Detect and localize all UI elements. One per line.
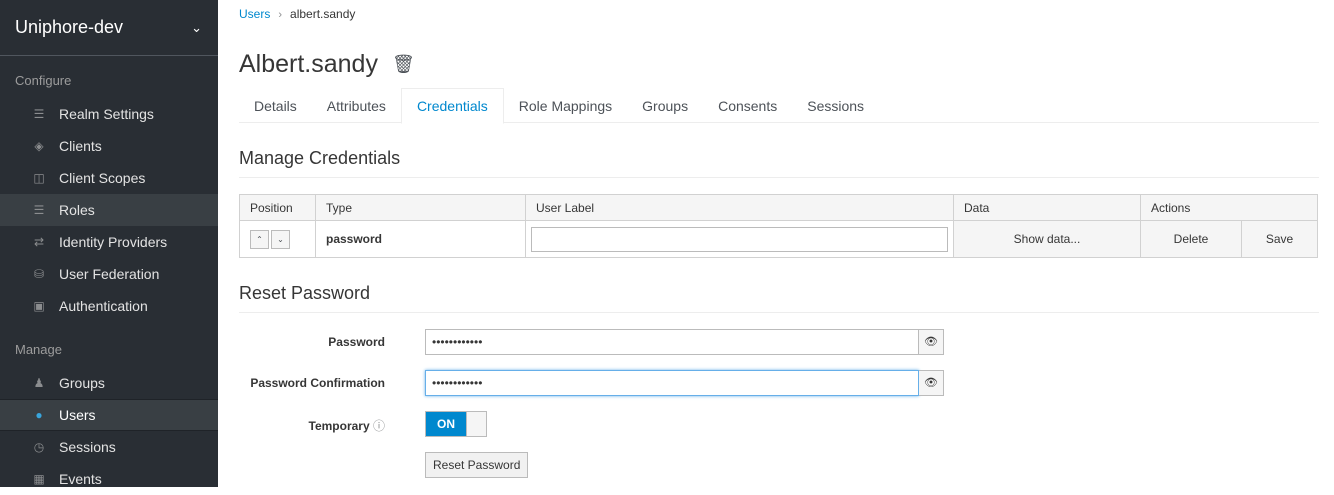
credentials-table: Position Type User Label Data Actions ⌃ ⌄…: [239, 194, 1318, 258]
save-button[interactable]: Save: [1241, 220, 1318, 258]
user-label-cell: [525, 220, 954, 258]
realm-name: Uniphore-dev: [15, 17, 124, 37]
delete-button[interactable]: Delete: [1140, 220, 1242, 258]
password-field-group: •••••••••••• 👁: [425, 329, 944, 355]
password-row: Password: [239, 335, 385, 349]
sidebar-item-identity-providers[interactable]: ⇄ Identity Providers: [0, 226, 218, 258]
trash-icon[interactable]: 🗑: [392, 54, 415, 75]
temporary-row: Temporary ⓘ: [239, 417, 386, 434]
user-label-input[interactable]: [531, 226, 948, 252]
cube-icon: ◈: [34, 139, 44, 153]
sidebar-item-groups[interactable]: ♟ Groups: [0, 367, 218, 399]
password-input[interactable]: ••••••••••••: [425, 329, 919, 355]
section-manage: Manage: [15, 342, 62, 357]
column-header-actions: Actions: [1140, 194, 1318, 221]
toggle-knob: [466, 412, 486, 436]
manage-credentials-heading: Manage Credentials: [239, 148, 1319, 178]
tab-bar: Details Attributes Credentials Role Mapp…: [239, 88, 1319, 124]
help-icon[interactable]: ⓘ: [373, 419, 385, 433]
section-configure: Configure: [15, 73, 72, 88]
exchange-icon: ⇄: [33, 235, 45, 249]
breadcrumb: Users › albert.sandy: [239, 7, 355, 21]
column-header-position: Position: [239, 194, 316, 221]
column-header-user-label: User Label: [525, 194, 954, 221]
sidebar-item-realm-settings[interactable]: ☰ Realm Settings: [0, 98, 218, 130]
password-confirmation-field-group: •••••••••••• 👁: [425, 370, 944, 396]
table-row: ⌃ ⌄ password Show data... Delete Save: [239, 220, 1318, 258]
user-icon: ●: [35, 408, 43, 422]
sidebar-item-clients[interactable]: ◈ Clients: [0, 130, 218, 162]
reset-password-heading: Reset Password: [239, 283, 1319, 313]
chevron-down-icon: ⌄: [191, 19, 202, 35]
main-content: Users › albert.sandy Albert.sandy 🗑 Detail…: [239, 0, 1319, 487]
tab-role-mappings[interactable]: Role Mappings: [504, 88, 627, 123]
move-down-button[interactable]: ⌄: [271, 229, 290, 249]
password-label: Password: [328, 335, 385, 349]
list-icon: ☰: [33, 203, 45, 217]
tab-groups[interactable]: Groups: [627, 88, 703, 123]
password-confirmation-label: Password Confirmation: [250, 376, 385, 390]
password-confirmation-input[interactable]: ••••••••••••: [425, 370, 919, 396]
temporary-toggle[interactable]: ON: [425, 411, 487, 437]
eye-icon[interactable]: 👁: [919, 370, 944, 396]
tab-attributes[interactable]: Attributes: [312, 88, 401, 123]
lock-icon: ▣: [33, 299, 45, 313]
breadcrumb-users-link[interactable]: Users: [239, 7, 270, 21]
column-header-type: Type: [315, 194, 526, 221]
position-cell: ⌃ ⌄: [239, 220, 316, 258]
show-data-button[interactable]: Show data...: [953, 220, 1141, 258]
breadcrumb-separator-icon: ›: [278, 9, 283, 21]
page-title-row: Albert.sandy 🗑: [239, 50, 415, 79]
sidebar: Uniphore-dev ⌄ Configure ☰ Realm Settings…: [0, 0, 218, 487]
sliders-icon: ☰: [33, 107, 45, 121]
calendar-icon: ▦: [33, 472, 45, 486]
tab-credentials[interactable]: Credentials: [400, 88, 504, 124]
password-confirmation-row: Password Confirmation: [239, 376, 385, 390]
sidebar-item-authentication[interactable]: ▣ Authentication: [0, 290, 218, 322]
users-icon: ♟: [33, 376, 45, 390]
temporary-label: Temporary: [308, 419, 370, 433]
clock-icon: ◷: [33, 440, 45, 454]
move-up-button[interactable]: ⌃: [250, 229, 269, 249]
sidebar-item-client-scopes[interactable]: ◫ Client Scopes: [0, 162, 218, 194]
realm-selector[interactable]: Uniphore-dev ⌄: [0, 0, 218, 56]
column-header-data: Data: [953, 194, 1141, 221]
eye-icon[interactable]: 👁: [919, 329, 944, 355]
page-title: Albert.sandy: [239, 50, 378, 78]
reset-password-button[interactable]: Reset Password: [425, 452, 529, 478]
tab-details[interactable]: Details: [239, 88, 312, 123]
database-icon: ⛁: [33, 267, 45, 281]
sidebar-item-roles[interactable]: ☰ Roles: [0, 194, 218, 226]
temporary-label-group: Temporary ⓘ: [239, 417, 386, 434]
tab-sessions[interactable]: Sessions: [792, 88, 879, 123]
breadcrumb-current: albert.sandy: [290, 7, 356, 21]
toggle-on-label: ON: [426, 412, 466, 436]
tab-consents[interactable]: Consents: [703, 88, 792, 123]
sidebar-item-user-federation[interactable]: ⛁ User Federation: [0, 258, 218, 290]
cubes-icon: ◫: [33, 171, 45, 185]
sidebar-item-sessions[interactable]: ◷ Sessions: [0, 431, 218, 463]
type-cell: password: [315, 220, 526, 258]
sidebar-item-users[interactable]: ● Users: [0, 399, 218, 431]
sidebar-item-events[interactable]: ▦ Events: [0, 463, 218, 495]
